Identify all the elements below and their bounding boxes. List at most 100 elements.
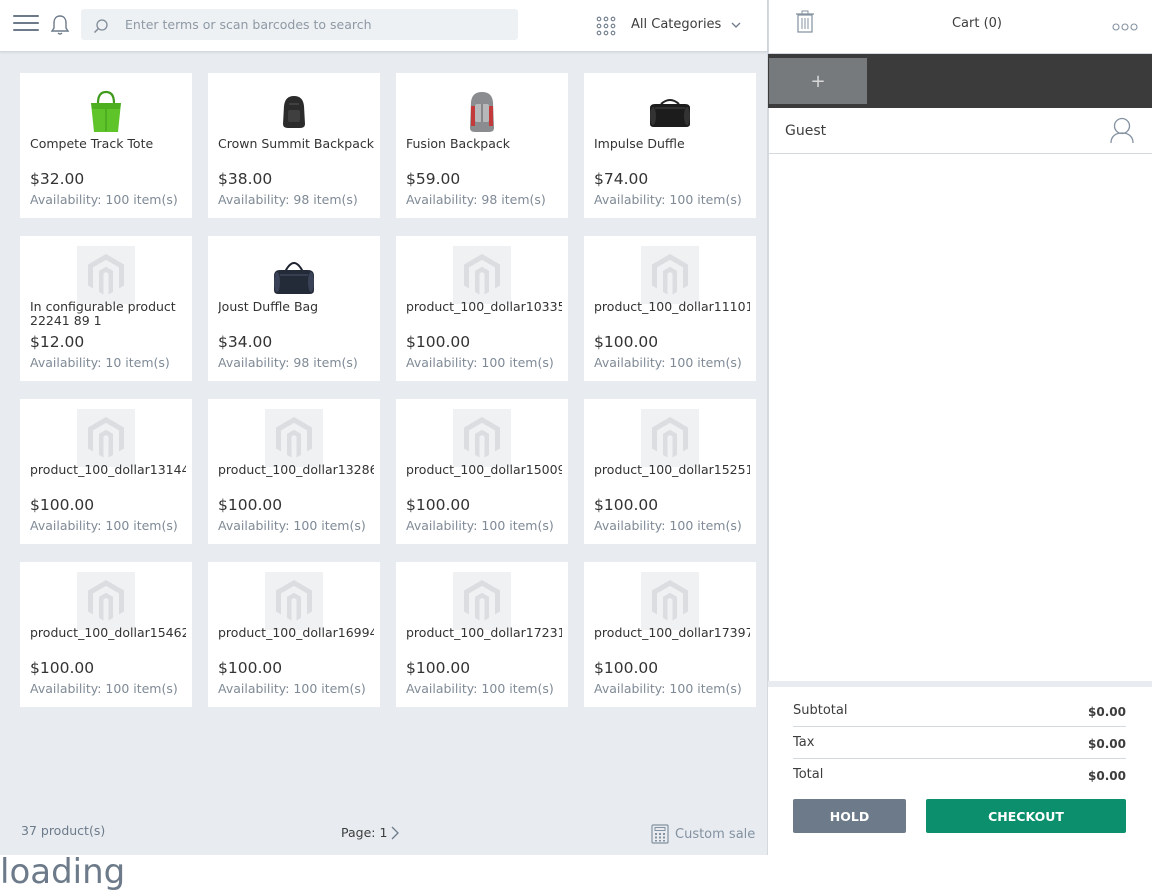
magento-logo-icon	[641, 246, 699, 304]
product-card[interactable]: product_100_dollar15462 $100.00 Availabili…	[20, 562, 192, 707]
product-card[interactable]: Impulse Duffle $74.00 Availability: 100 it…	[584, 73, 756, 218]
product-name: Fusion Backpack	[406, 137, 511, 151]
product-availability: Availability: 100 item(s)	[30, 192, 178, 207]
search-input[interactable]	[125, 9, 510, 40]
product-placeholder-image	[453, 572, 511, 630]
bell-icon[interactable]	[48, 13, 72, 37]
product-card[interactable]: product_100_dollar17397 $100.00 Availabili…	[584, 562, 756, 707]
product-price: $100.00	[594, 659, 659, 677]
magento-logo-icon	[265, 409, 323, 467]
magento-logo-icon	[453, 246, 511, 304]
product-name: product_100_dollar17397	[594, 626, 750, 640]
product-card[interactable]: product_100_dollar11101 $100.00 Availabili…	[584, 236, 756, 381]
product-card[interactable]: Fusion Backpack $59.00 Availability: 98 it…	[396, 73, 568, 218]
customer-name: Guest	[785, 123, 827, 139]
product-price: $100.00	[218, 659, 283, 677]
product-availability: Availability: 98 item(s)	[406, 192, 546, 207]
product-image	[641, 83, 699, 141]
product-name: product_100_dollar13286	[218, 463, 374, 477]
product-name: Compete Track Tote	[30, 137, 154, 151]
magento-logo-icon	[265, 572, 323, 630]
catalog-panel: All Categories Compete Track Tote $32.00 A…	[0, 0, 768, 855]
product-card[interactable]: Crown Summit Backpack $38.00 Availability:…	[208, 73, 380, 218]
product-availability: Availability: 100 item(s)	[30, 518, 178, 533]
catalog-toolbar: All Categories	[0, 0, 767, 52]
product-price: $100.00	[30, 496, 95, 514]
product-name: product_100_dollar15009	[406, 463, 562, 477]
product-price: $32.00	[30, 170, 85, 188]
product-price: $34.00	[218, 333, 273, 351]
product-availability: Availability: 100 item(s)	[594, 681, 742, 696]
product-price: $59.00	[406, 170, 461, 188]
product-card[interactable]: Compete Track Tote $32.00 Availability: 10…	[20, 73, 192, 218]
product-card[interactable]: In configurable product 22241 89 1 $12.00…	[20, 236, 192, 381]
product-availability: Availability: 100 item(s)	[594, 192, 742, 207]
product-placeholder-image	[453, 246, 511, 304]
product-card[interactable]: product_100_dollar17231 $100.00 Availabili…	[396, 562, 568, 707]
product-image	[265, 83, 323, 141]
tax-label: Tax	[793, 735, 815, 750]
product-placeholder-image	[77, 409, 135, 467]
product-name: product_100_dollar16994	[218, 626, 374, 640]
product-availability: Availability: 100 item(s)	[218, 681, 366, 696]
grid-icon[interactable]	[596, 16, 616, 36]
product-price: $100.00	[406, 496, 471, 514]
search-icon	[93, 19, 108, 34]
product-card[interactable]: product_100_dollar10335 $100.00 Availabili…	[396, 236, 568, 381]
product-card[interactable]: product_100_dollar13144 $100.00 Availabili…	[20, 399, 192, 544]
magento-logo-icon	[641, 409, 699, 467]
subtotal-value: $0.00	[1088, 705, 1126, 719]
chevron-right-icon[interactable]	[389, 826, 401, 840]
subtotal-row: Subtotal $0.00	[793, 695, 1126, 727]
magento-logo-icon	[77, 409, 135, 467]
product-image	[265, 246, 323, 304]
product-availability: Availability: 100 item(s)	[594, 518, 742, 533]
product-card[interactable]: product_100_dollar15251 $100.00 Availabili…	[584, 399, 756, 544]
add-cart-tab-button[interactable]: +	[769, 58, 867, 104]
product-name: product_100_dollar11101	[594, 300, 750, 314]
page-indicator: Page: 1	[341, 825, 388, 840]
magento-logo-icon	[453, 409, 511, 467]
category-select[interactable]: All Categories	[631, 17, 721, 32]
product-price: $100.00	[406, 659, 471, 677]
product-card[interactable]: product_100_dollar15009 $100.00 Availabili…	[396, 399, 568, 544]
product-name: Joust Duffle Bag	[218, 300, 319, 314]
product-availability: Availability: 100 item(s)	[30, 681, 178, 696]
product-price: $100.00	[594, 496, 659, 514]
subtotal-label: Subtotal	[793, 703, 848, 718]
custom-sale-button[interactable]: Custom sale	[651, 824, 755, 844]
pos-app: All Categories Compete Track Tote $32.00 A…	[0, 0, 1152, 895]
cart-totals: Subtotal $0.00 Tax $0.00 Total $0.00	[793, 695, 1126, 791]
customer-selector[interactable]: Guest	[768, 108, 1152, 154]
product-card[interactable]: product_100_dollar13286 $100.00 Availabili…	[208, 399, 380, 544]
product-availability: Availability: 100 item(s)	[406, 681, 554, 696]
custom-sale-label: Custom sale	[675, 826, 756, 842]
cart-items-area	[768, 154, 1152, 681]
loading-text: loading	[0, 852, 126, 892]
product-name: Impulse Duffle	[594, 137, 685, 151]
product-card[interactable]: Joust Duffle Bag $34.00 Availability: 98 i…	[208, 236, 380, 381]
product-placeholder-image	[641, 246, 699, 304]
hamburger-menu-icon[interactable]	[13, 15, 39, 35]
magento-logo-icon	[641, 572, 699, 630]
product-name: product_100_dollar15251	[594, 463, 750, 477]
product-price: $38.00	[218, 170, 273, 188]
chevron-down-icon[interactable]	[730, 19, 742, 31]
product-image	[77, 83, 135, 141]
checkout-button[interactable]: CHECKOUT	[926, 799, 1126, 833]
product-placeholder-image	[265, 409, 323, 467]
hold-button[interactable]: HOLD	[793, 799, 906, 833]
product-availability: Availability: 98 item(s)	[218, 192, 358, 207]
product-availability: Availability: 100 item(s)	[218, 518, 366, 533]
more-options-icon[interactable]	[1112, 22, 1138, 32]
user-icon	[1110, 117, 1134, 144]
product-availability: Availability: 98 item(s)	[218, 355, 358, 370]
product-availability: Availability: 100 item(s)	[594, 355, 742, 370]
product-availability: Availability: 100 item(s)	[406, 518, 554, 533]
product-name: product_100_dollar13144	[30, 463, 186, 477]
product-card[interactable]: product_100_dollar16994 $100.00 Availabili…	[208, 562, 380, 707]
product-placeholder-image	[453, 409, 511, 467]
product-availability: Availability: 100 item(s)	[406, 355, 554, 370]
product-placeholder-image	[641, 572, 699, 630]
product-name: product_100_dollar10335	[406, 300, 562, 314]
